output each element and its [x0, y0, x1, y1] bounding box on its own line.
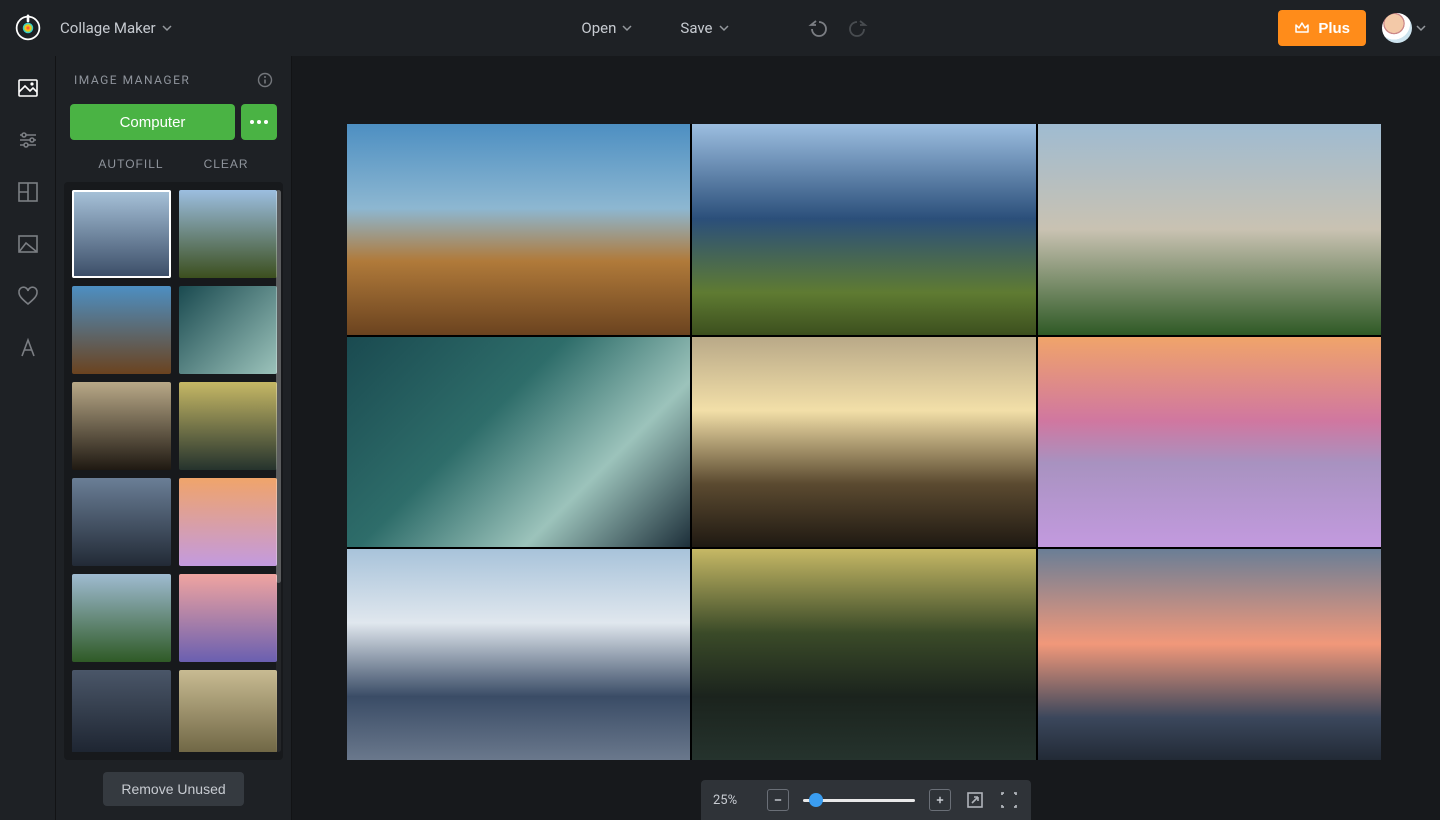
account-menu[interactable]	[1382, 13, 1426, 43]
text-icon	[17, 337, 39, 359]
sliders-icon	[17, 129, 39, 151]
thumbnail[interactable]	[72, 286, 171, 374]
app-body: IMAGE MANAGER Computer AUTOFILL CLEAR Re…	[0, 56, 1440, 820]
thumbnail-scrollbar[interactable]	[276, 190, 281, 752]
chevron-down-icon	[622, 23, 632, 33]
panel-header: IMAGE MANAGER	[56, 56, 291, 90]
clear-button[interactable]: CLEAR	[198, 156, 255, 172]
collage-cell[interactable]	[347, 337, 690, 548]
crown-icon	[1294, 20, 1310, 36]
autofill-button[interactable]: AUTOFILL	[92, 156, 169, 172]
fit-screen-icon[interactable]	[965, 790, 985, 810]
ellipsis-icon	[250, 120, 268, 124]
top-right: Plus	[1278, 10, 1426, 46]
thumbnail[interactable]	[179, 574, 278, 662]
layout-icon	[17, 181, 39, 203]
thumbnail[interactable]	[179, 670, 278, 752]
upload-computer-button[interactable]: Computer	[70, 104, 235, 140]
remove-unused-row: Remove Unused	[56, 760, 291, 820]
rail-favorites[interactable]	[16, 284, 40, 308]
collage-stage[interactable]	[347, 124, 1381, 760]
avatar	[1382, 13, 1412, 43]
fullscreen-icon[interactable]	[999, 790, 1019, 810]
autofill-clear-row: AUTOFILL CLEAR	[56, 146, 291, 176]
open-menu[interactable]: Open	[581, 19, 632, 37]
zoom-slider[interactable]	[803, 790, 915, 810]
collage-cell[interactable]	[1038, 337, 1381, 548]
thumbnail[interactable]	[72, 478, 171, 566]
info-icon[interactable]	[257, 72, 273, 88]
app-switcher[interactable]: Collage Maker	[60, 19, 172, 37]
redo-icon[interactable]	[849, 18, 869, 38]
collage-cell[interactable]	[692, 337, 1035, 548]
plus-icon	[936, 795, 944, 805]
app-name: Collage Maker	[60, 19, 156, 37]
upgrade-plus-button[interactable]: Plus	[1278, 10, 1366, 46]
tool-rail	[0, 56, 56, 820]
minus-icon	[774, 795, 782, 805]
thumbnail[interactable]	[72, 574, 171, 662]
collage-cell[interactable]	[692, 124, 1035, 335]
collage-cell[interactable]	[347, 549, 690, 760]
thumbnail[interactable]	[72, 190, 171, 278]
zoom-bar: 25%	[701, 780, 1031, 820]
thumbnail-list	[64, 182, 283, 760]
chevron-down-icon	[162, 23, 172, 33]
thumbnail[interactable]	[72, 670, 171, 752]
upload-more-button[interactable]	[241, 104, 277, 140]
panel-title: IMAGE MANAGER	[74, 73, 190, 87]
chevron-down-icon	[1416, 23, 1426, 33]
pattern-icon	[17, 233, 39, 255]
collage-cell[interactable]	[1038, 124, 1381, 335]
rail-image-manager[interactable]	[16, 76, 40, 100]
app-logo[interactable]	[14, 14, 42, 42]
image-manager-panel: IMAGE MANAGER Computer AUTOFILL CLEAR Re…	[56, 56, 292, 820]
thumbnail[interactable]	[179, 190, 278, 278]
zoom-out-button[interactable]	[767, 789, 789, 811]
image-icon	[17, 77, 39, 99]
thumbnail[interactable]	[179, 382, 278, 470]
rail-layouts[interactable]	[16, 180, 40, 204]
zoom-value: 25%	[713, 793, 753, 808]
top-bar: Collage Maker Open Save Plus	[0, 0, 1440, 56]
save-menu[interactable]: Save	[680, 19, 728, 37]
rail-patterns[interactable]	[16, 232, 40, 256]
rail-text[interactable]	[16, 336, 40, 360]
chevron-down-icon	[719, 23, 729, 33]
thumbnail[interactable]	[179, 286, 278, 374]
thumbnail[interactable]	[72, 382, 171, 470]
save-label: Save	[680, 19, 712, 37]
zoom-knob[interactable]	[809, 793, 823, 807]
plus-label: Plus	[1318, 20, 1350, 37]
undo-redo-group	[807, 18, 869, 38]
heart-icon	[17, 285, 39, 307]
top-center: Open Save	[190, 18, 1261, 38]
open-label: Open	[581, 19, 616, 37]
thumbnail[interactable]	[179, 478, 278, 566]
uploader-row: Computer	[56, 90, 291, 146]
zoom-in-button[interactable]	[929, 789, 951, 811]
collage-cell[interactable]	[692, 549, 1035, 760]
collage-cell[interactable]	[1038, 549, 1381, 760]
canvas-area: 25%	[292, 56, 1440, 820]
remove-unused-button[interactable]: Remove Unused	[103, 772, 243, 806]
logo-icon	[14, 14, 42, 42]
undo-icon[interactable]	[807, 18, 827, 38]
collage-cell[interactable]	[347, 124, 690, 335]
rail-adjustments[interactable]	[16, 128, 40, 152]
